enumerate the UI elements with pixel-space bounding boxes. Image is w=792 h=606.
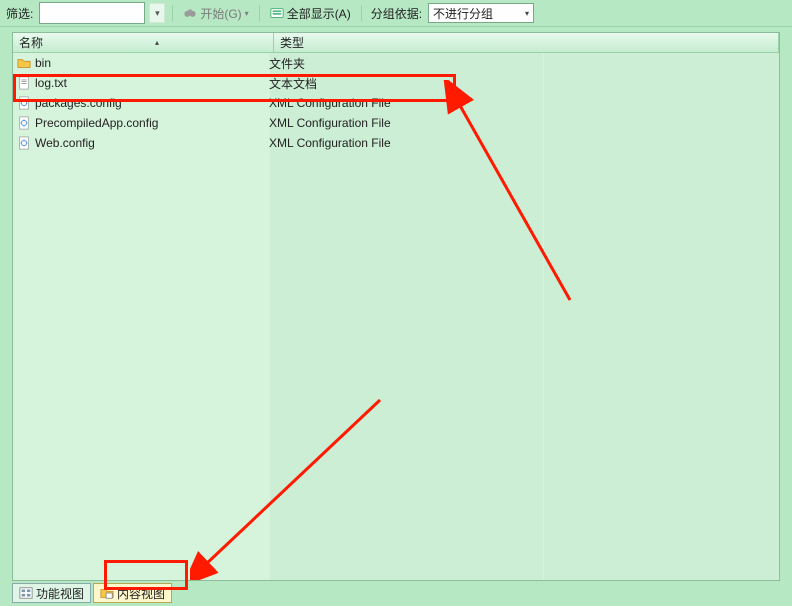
config-file-icon xyxy=(17,136,31,150)
file-name: packages.config xyxy=(35,96,122,110)
text-file-icon xyxy=(17,76,31,90)
column-name-label: 名称 xyxy=(19,34,43,51)
binoculars-icon xyxy=(183,6,197,20)
file-type: XML Configuration File xyxy=(269,136,391,150)
chevron-down-icon: ▾ xyxy=(245,9,249,18)
tab-features-label: 功能视图 xyxy=(36,585,84,602)
table-row[interactable]: PrecompiledApp.config XML Configuration … xyxy=(13,113,779,133)
sort-asc-icon: ▴ xyxy=(155,38,159,47)
grid-header: 名称 ▴ 类型 xyxy=(13,33,779,53)
show-all-button[interactable]: 全部显示(A) xyxy=(267,5,354,22)
chevron-down-icon: ▾ xyxy=(522,6,532,20)
column-header-name[interactable]: 名称 ▴ xyxy=(13,33,274,53)
start-label: 开始(G) xyxy=(200,5,241,22)
toolbar-separator xyxy=(172,5,173,21)
column-type-label: 类型 xyxy=(280,34,304,51)
config-file-icon xyxy=(17,116,31,130)
table-row[interactable]: packages.config XML Configuration File xyxy=(13,93,779,113)
bottom-tabs: 功能视图 内容视图 xyxy=(12,583,172,603)
file-name: log.txt xyxy=(35,76,67,90)
chevron-down-icon: ▾ xyxy=(155,8,160,19)
toolbar: 筛选: ▾ 开始(G) ▾ 全部显示(A) 分组依据: 不进行分组 ▾ xyxy=(0,0,792,27)
show-all-label: 全部显示(A) xyxy=(287,5,351,22)
filter-input[interactable] xyxy=(39,2,145,24)
file-type: XML Configuration File xyxy=(269,96,391,110)
column-header-type[interactable]: 类型 xyxy=(274,33,779,53)
toolbar-separator xyxy=(361,5,362,21)
file-grid: 名称 ▴ 类型 bin 文件夹 log.txt 文 xyxy=(12,32,780,581)
toolbar-separator xyxy=(259,5,260,21)
table-row[interactable]: bin 文件夹 xyxy=(13,53,779,73)
show-all-icon xyxy=(270,6,284,20)
filter-label: 筛选: xyxy=(4,5,35,22)
table-row[interactable]: log.txt 文本文档 xyxy=(13,73,779,93)
group-by-label: 分组依据: xyxy=(369,5,424,22)
config-file-icon xyxy=(17,96,31,110)
group-by-value: 不进行分组 xyxy=(433,5,493,22)
features-view-icon xyxy=(19,586,33,600)
file-name: PrecompiledApp.config xyxy=(35,116,158,130)
grid-body: bin 文件夹 log.txt 文本文档 packages.config XML… xyxy=(13,53,779,580)
file-type: 文件夹 xyxy=(269,57,305,71)
file-name: bin xyxy=(35,56,51,70)
file-name: Web.config xyxy=(35,136,95,150)
file-type: 文本文档 xyxy=(269,77,317,91)
content-view-icon xyxy=(100,586,114,600)
tab-content-view[interactable]: 内容视图 xyxy=(93,583,172,603)
table-row[interactable]: Web.config XML Configuration File xyxy=(13,133,779,153)
file-type: XML Configuration File xyxy=(269,116,391,130)
tab-features-view[interactable]: 功能视图 xyxy=(12,583,91,603)
group-by-combo[interactable]: 不进行分组 ▾ xyxy=(428,3,534,23)
tab-content-label: 内容视图 xyxy=(117,585,165,602)
folder-icon xyxy=(17,56,31,70)
filter-dropdown-button[interactable]: ▾ xyxy=(149,3,165,23)
start-button[interactable]: 开始(G) ▾ xyxy=(180,5,251,22)
